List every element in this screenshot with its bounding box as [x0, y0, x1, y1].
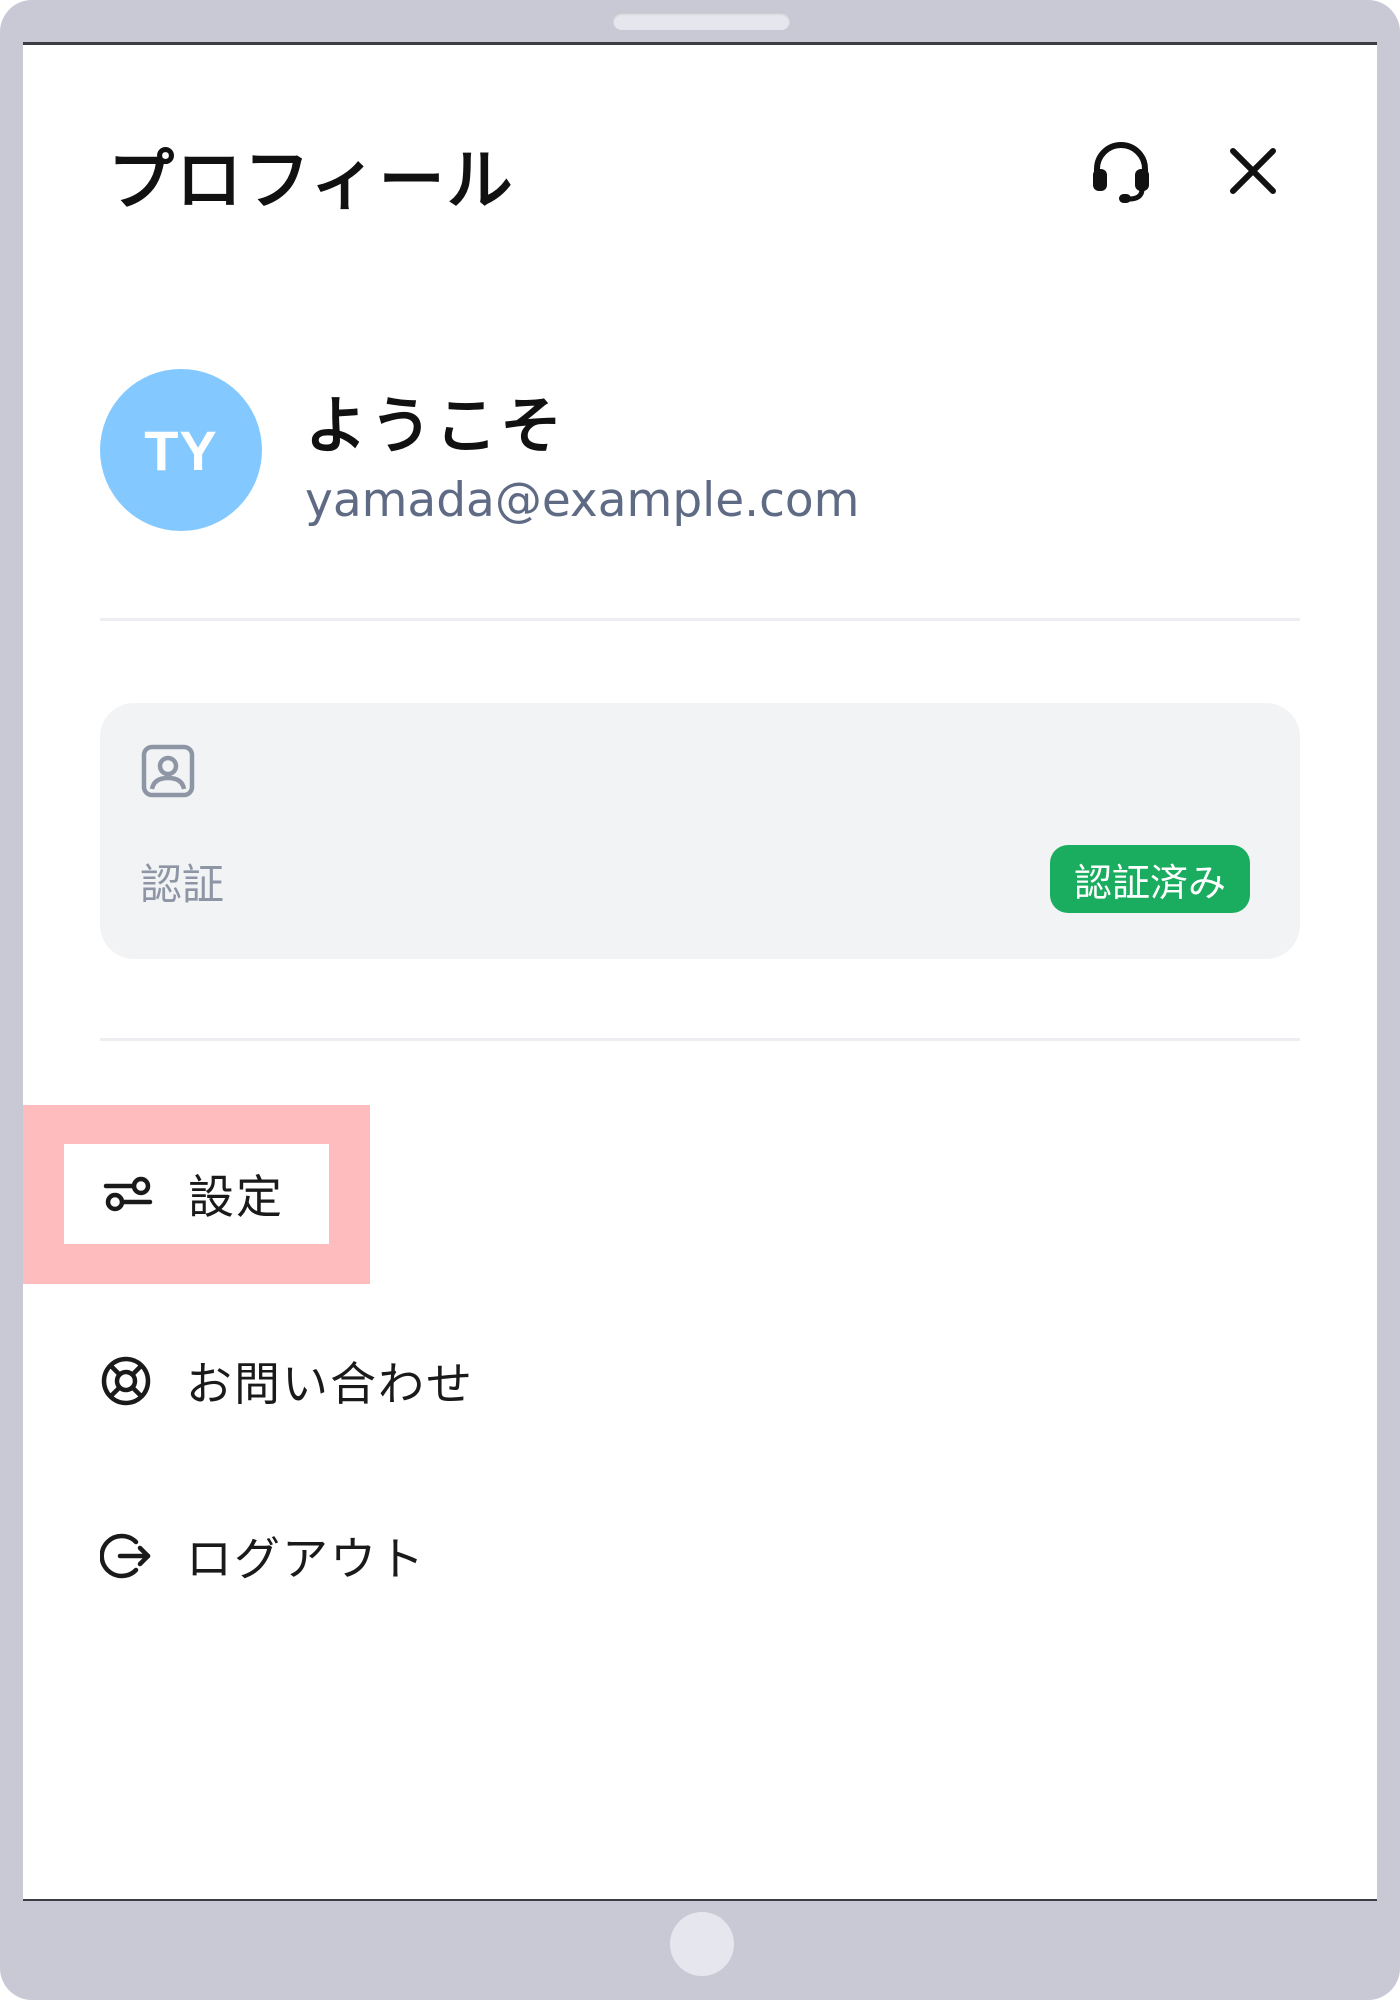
tablet-frame: プロフィール TY ようこそ yamada@example.com 認証 認証済… [0, 0, 1400, 2000]
close-button[interactable] [1215, 133, 1291, 209]
verification-label: 認証 [140, 860, 225, 909]
home-button[interactable] [670, 1912, 734, 1976]
close-icon [1230, 148, 1276, 194]
page-title: プロフィール [108, 142, 515, 219]
avatar: TY [100, 369, 262, 531]
divider [100, 618, 1300, 621]
logout-icon [100, 1530, 152, 1582]
user-email: yamada@example.com [305, 473, 860, 528]
support-button[interactable] [1081, 131, 1161, 211]
menu-item-settings[interactable]: 設定 [64, 1144, 329, 1244]
greeting-text: ようこそ [305, 389, 566, 462]
speaker-grille [613, 12, 790, 30]
verification-card[interactable]: 認証 認証済み [100, 703, 1300, 959]
lifebuoy-icon [100, 1355, 152, 1407]
menu-item-label: お問い合わせ [186, 1357, 474, 1411]
divider [100, 1038, 1300, 1041]
sliders-icon [102, 1168, 154, 1220]
headset-icon [1093, 142, 1149, 203]
avatar-initials: TY [144, 418, 218, 482]
menu-item-contact[interactable]: お問い合わせ [100, 1337, 600, 1425]
menu-item-label: 設定 [188, 1170, 284, 1224]
profile-screen: プロフィール TY ようこそ yamada@example.com 認証 認証済… [23, 42, 1377, 1901]
verified-status-badge: 認証済み [1050, 845, 1251, 913]
menu-item-label: ログアウト [186, 1532, 426, 1586]
menu-item-logout[interactable]: ログアウト [100, 1512, 600, 1600]
id-badge-icon [141, 744, 195, 798]
